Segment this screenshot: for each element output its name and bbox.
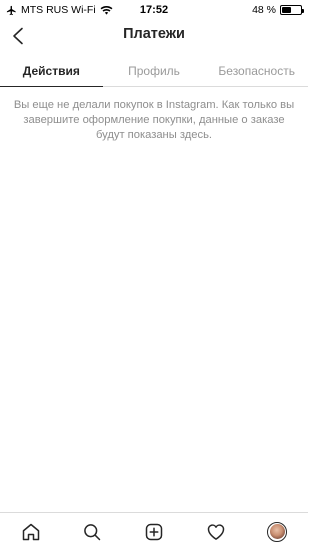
status-left: MTS RUS Wi-Fi	[6, 4, 113, 16]
tab-bar: Действия Профиль Безопасность	[0, 56, 308, 87]
tab-actions[interactable]: Действия	[0, 56, 103, 87]
empty-state-message: Вы еще не делали покупок в Instagram. Ка…	[13, 99, 295, 141]
status-bar: MTS RUS Wi-Fi 17:52 48 %	[0, 0, 308, 20]
avatar-image	[269, 524, 285, 539]
wifi-icon	[100, 5, 113, 15]
nav-home[interactable]	[11, 514, 51, 550]
airplane-icon	[6, 5, 16, 15]
bottom-nav	[0, 512, 308, 550]
home-icon	[22, 523, 40, 540]
battery-percent: 48 %	[252, 4, 276, 16]
tab-profile[interactable]: Профиль	[103, 56, 206, 86]
battery-icon	[280, 5, 304, 15]
battery-fill	[282, 7, 291, 13]
payments-screen: MTS RUS Wi-Fi 17:52 48 % Платежи Действи…	[0, 0, 308, 550]
nav-new-post[interactable]	[134, 514, 174, 550]
status-right: 48 %	[252, 4, 304, 16]
avatar	[267, 521, 288, 542]
nav-activity[interactable]	[196, 514, 236, 550]
heart-icon	[207, 523, 224, 540]
page-title: Платежи	[123, 26, 185, 42]
tab-security[interactable]: Безопасность	[205, 56, 308, 86]
nav-profile[interactable]	[257, 514, 297, 550]
nav-search[interactable]	[72, 514, 112, 550]
new-post-icon	[145, 523, 163, 540]
search-icon	[84, 523, 101, 540]
header: Платежи	[0, 20, 308, 52]
carrier-label: MTS RUS Wi-Fi	[21, 4, 96, 16]
